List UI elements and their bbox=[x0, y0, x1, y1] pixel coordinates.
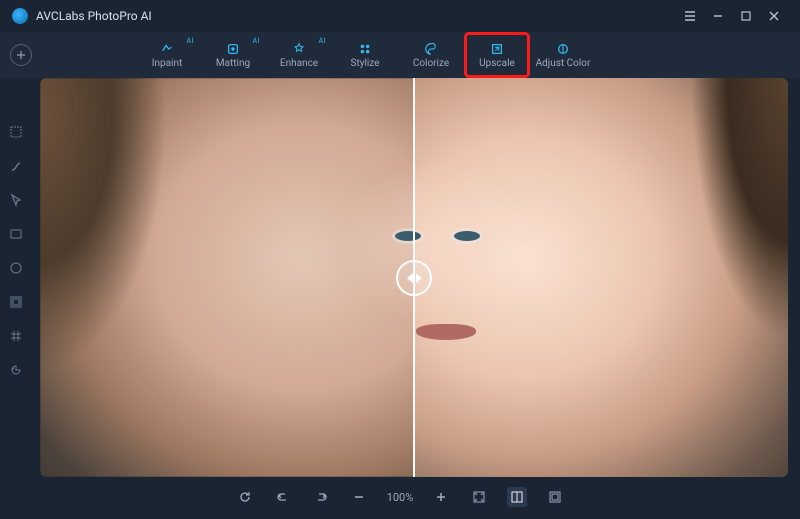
workspace: 100% bbox=[0, 78, 800, 519]
zoom-in-button[interactable] bbox=[431, 487, 451, 507]
tool-label: Upscale bbox=[479, 58, 515, 69]
colorize-icon bbox=[424, 42, 438, 56]
tool-adjust-color[interactable]: Adjust Color bbox=[532, 34, 594, 76]
add-image-button[interactable] bbox=[10, 44, 32, 66]
app-title: AVCLabs PhotoPro AI bbox=[36, 9, 152, 23]
pointer-icon[interactable] bbox=[6, 190, 26, 210]
tool-label: Inpaint bbox=[152, 58, 183, 69]
chevron-left-icon bbox=[407, 273, 413, 283]
tool-label: Matting bbox=[216, 58, 250, 69]
compare-toggle-button[interactable] bbox=[545, 487, 565, 507]
enhance-icon bbox=[292, 42, 306, 56]
ai-badge: AI bbox=[319, 37, 326, 45]
ellipse-icon[interactable] bbox=[6, 258, 26, 278]
ai-badge: AI bbox=[253, 37, 260, 45]
portrait-face bbox=[264, 110, 608, 445]
tool-colorize[interactable]: Colorize bbox=[400, 34, 462, 76]
maximize-button[interactable] bbox=[732, 2, 760, 30]
matting-icon bbox=[226, 42, 240, 56]
main-toolbar: Inpaint AI Matting AI Enhance AI Stylize… bbox=[0, 32, 800, 78]
zoom-level: 100% bbox=[387, 491, 414, 504]
tool-label: Adjust Color bbox=[536, 58, 591, 69]
close-button[interactable] bbox=[760, 2, 788, 30]
compare-split-button[interactable] bbox=[507, 487, 527, 507]
tool-stylize[interactable]: Stylize bbox=[334, 34, 396, 76]
tool-matting[interactable]: Matting AI bbox=[202, 34, 264, 76]
ai-badge: AI bbox=[187, 37, 194, 45]
redo-button[interactable] bbox=[311, 487, 331, 507]
undo-button[interactable] bbox=[273, 487, 293, 507]
tool-enhance[interactable]: Enhance AI bbox=[268, 34, 330, 76]
chevron-right-icon bbox=[416, 273, 422, 283]
brush-icon[interactable] bbox=[6, 156, 26, 176]
adjust-color-icon bbox=[556, 42, 570, 56]
tool-upscale[interactable]: Upscale bbox=[466, 34, 528, 76]
zoom-out-button[interactable] bbox=[349, 487, 369, 507]
grid-icon[interactable] bbox=[6, 326, 26, 346]
rectangle-icon[interactable] bbox=[6, 224, 26, 244]
tool-label: Colorize bbox=[413, 58, 449, 69]
select-rect-icon[interactable] bbox=[6, 122, 26, 142]
app-logo-icon bbox=[12, 8, 28, 24]
tool-label: Stylize bbox=[351, 58, 380, 69]
image-canvas[interactable] bbox=[40, 78, 788, 477]
tool-inpaint[interactable]: Inpaint AI bbox=[136, 34, 198, 76]
aspect-icon[interactable] bbox=[6, 292, 26, 312]
tool-label: Enhance bbox=[280, 58, 318, 69]
compare-slider-handle[interactable] bbox=[396, 260, 432, 296]
left-sidebar bbox=[0, 118, 32, 380]
upscale-icon bbox=[490, 42, 504, 56]
minimize-button[interactable] bbox=[704, 2, 732, 30]
rotate-button[interactable] bbox=[235, 487, 255, 507]
inpaint-icon bbox=[160, 42, 174, 56]
fit-button[interactable] bbox=[469, 487, 489, 507]
stylize-icon bbox=[358, 42, 372, 56]
titlebar: AVCLabs PhotoPro AI bbox=[0, 0, 800, 32]
menu-button[interactable] bbox=[676, 2, 704, 30]
bottom-toolbar: 100% bbox=[0, 481, 800, 513]
history-icon[interactable] bbox=[6, 360, 26, 380]
